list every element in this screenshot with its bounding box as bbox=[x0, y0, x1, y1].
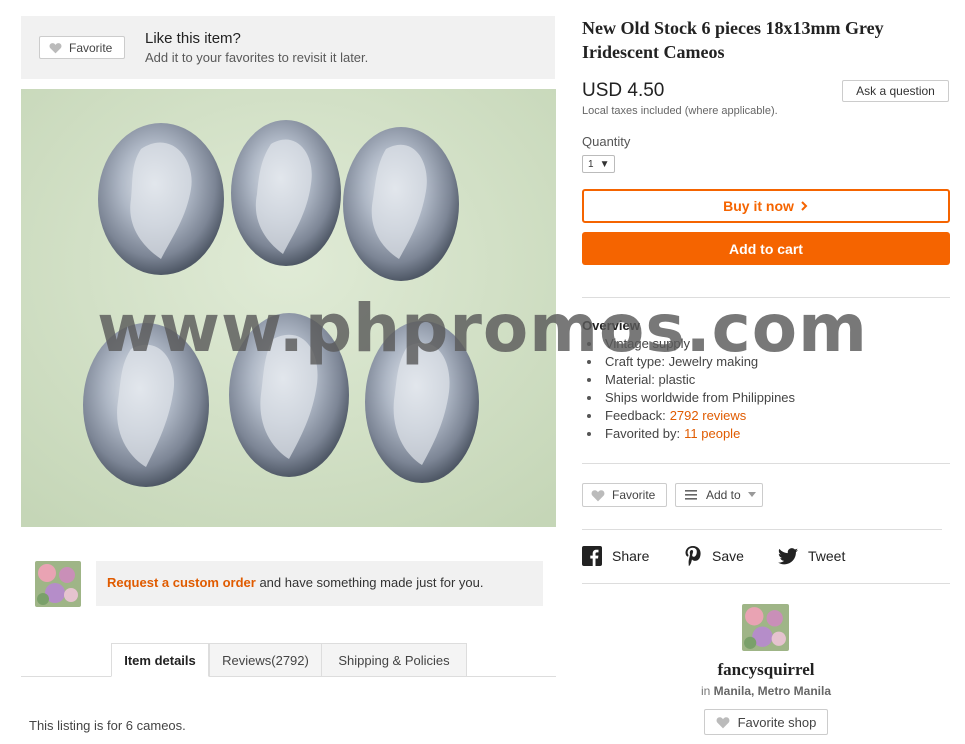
favorite-item-label: Favorite bbox=[612, 488, 656, 502]
cameos-photo bbox=[21, 89, 556, 527]
listing-price: USD 4.50 bbox=[582, 80, 665, 101]
custom-order-banner: Request a custom order and have somethin… bbox=[96, 561, 543, 606]
tab-item-details[interactable]: Item details bbox=[111, 643, 209, 677]
listing-title: New Old Stock 6 pieces 18x13mm Grey Irid… bbox=[582, 18, 884, 62]
listing-image[interactable] bbox=[21, 89, 556, 527]
quantity-value: 1 bbox=[588, 158, 594, 170]
pinterest-save-button[interactable]: Save bbox=[684, 545, 744, 567]
shop-location-value: Manila, Metro Manila bbox=[713, 684, 832, 698]
tab-shipping-policies[interactable]: Shipping & Policies bbox=[321, 643, 467, 677]
chevron-right-icon bbox=[801, 201, 808, 211]
quantity-select[interactable]: 1 ▼ bbox=[582, 155, 615, 173]
buy-it-now-label: Buy it now bbox=[723, 198, 794, 214]
ask-question-button[interactable]: Ask a question bbox=[842, 80, 949, 102]
reviews-link[interactable]: 2792 reviews bbox=[670, 407, 747, 425]
twitter-icon bbox=[778, 547, 798, 564]
add-to-cart-button[interactable]: Add to cart bbox=[582, 232, 950, 265]
overview-item: Vintage supply bbox=[584, 335, 795, 353]
twitter-tweet-button[interactable]: Tweet bbox=[778, 545, 845, 567]
overview-item: Craft type: Jewelry making bbox=[584, 353, 795, 371]
pinterest-icon bbox=[685, 546, 701, 567]
quantity-label: Quantity bbox=[582, 134, 631, 149]
buy-it-now-button[interactable]: Buy it now bbox=[582, 189, 950, 223]
overview-heading: Overview bbox=[582, 318, 640, 333]
details-tabs: Item details Reviews(2792) Shipping & Po… bbox=[21, 643, 556, 677]
shop-location-prefix: in bbox=[700, 684, 711, 698]
heart-icon bbox=[716, 716, 730, 728]
overview-item: Material: plastic bbox=[584, 371, 795, 389]
heart-icon bbox=[49, 42, 62, 53]
heart-icon bbox=[591, 489, 605, 501]
favorite-banner-title: Like this item? bbox=[145, 30, 241, 47]
list-icon bbox=[685, 490, 697, 500]
shop-avatar[interactable] bbox=[742, 604, 789, 651]
favorite-banner-subtitle: Add it to your favorites to revisit it l… bbox=[145, 50, 369, 65]
divider bbox=[582, 583, 950, 584]
shop-name[interactable]: fancysquirrel bbox=[582, 660, 950, 680]
overview-item: Feedback: 2792 reviews bbox=[584, 407, 795, 425]
twitter-tweet-label: Tweet bbox=[808, 548, 846, 564]
flowers-image bbox=[742, 604, 789, 651]
pinterest-save-label: Save bbox=[712, 548, 744, 564]
divider bbox=[582, 463, 950, 464]
favorite-button[interactable]: Favorite bbox=[39, 36, 125, 59]
overview-item: Ships worldwide from Philippines bbox=[584, 389, 795, 407]
listing-description: This listing is for 6 cameos. bbox=[29, 718, 186, 733]
favorite-button-label: Favorite bbox=[69, 40, 113, 55]
favorite-banner: Favorite Like this item? Add it to your … bbox=[21, 16, 555, 79]
facebook-share-button[interactable]: Share bbox=[582, 545, 649, 567]
favorite-shop-button[interactable]: Favorite shop bbox=[704, 709, 828, 735]
shop-avatar-small[interactable] bbox=[35, 561, 81, 607]
favorited-by-link[interactable]: 11 people bbox=[684, 425, 740, 443]
add-to-list-button[interactable]: Add to bbox=[675, 483, 763, 507]
overview-item: Favorited by: 11 people bbox=[584, 425, 795, 443]
request-custom-order-link[interactable]: Request a custom order bbox=[107, 575, 256, 590]
facebook-share-label: Share bbox=[612, 548, 650, 564]
custom-order-text: and have something made just for you. bbox=[255, 575, 484, 590]
caret-down-icon bbox=[747, 492, 756, 497]
facebook-icon bbox=[582, 546, 602, 566]
shop-location: in Manila, Metro Manila bbox=[582, 684, 950, 698]
overview-list: Vintage supply Craft type: Jewelry makin… bbox=[584, 335, 795, 443]
divider bbox=[582, 297, 950, 298]
add-to-label: Add to bbox=[706, 488, 741, 502]
caret-down-icon: ▼ bbox=[599, 158, 610, 170]
favorite-item-button[interactable]: Favorite bbox=[582, 483, 667, 507]
favorite-shop-label: Favorite shop bbox=[737, 714, 817, 730]
tax-note: Local taxes included (where applicable). bbox=[582, 105, 778, 117]
tab-reviews[interactable]: Reviews(2792) bbox=[209, 643, 322, 677]
divider bbox=[582, 529, 942, 530]
flowers-image bbox=[35, 561, 81, 607]
